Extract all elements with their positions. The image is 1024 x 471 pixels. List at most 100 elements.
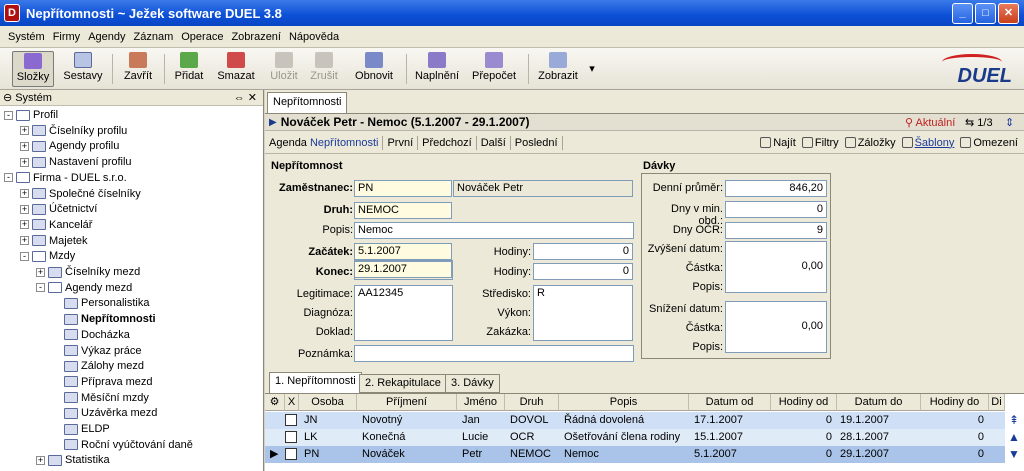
col-jmeno[interactable]: Jméno: [457, 394, 505, 411]
scroll-up-icon[interactable]: ▲: [1005, 429, 1023, 446]
expand-icon[interactable]: +: [20, 204, 29, 214]
maximize-button[interactable]: □: [975, 3, 996, 24]
previous-button[interactable]: Předchozí: [418, 135, 477, 150]
expand-icon[interactable]: +: [20, 220, 29, 230]
tree-item[interactable]: Zálohy mezd: [52, 358, 144, 374]
tree-item[interactable]: ELDP: [52, 421, 110, 437]
grid-header-icon[interactable]: ⚙: [265, 394, 285, 411]
find-button[interactable]: Najít: [760, 137, 796, 149]
zrusit-button[interactable]: Zrušit: [306, 51, 342, 87]
popis-field[interactable]: Nemoc: [354, 222, 634, 239]
tree-item[interactable]: Personalistika: [52, 295, 149, 311]
menu-operace[interactable]: Operace: [181, 31, 223, 43]
collapse-icon[interactable]: -: [4, 110, 13, 120]
dny-ocr-field[interactable]: 9: [725, 222, 827, 239]
hodiny2-field[interactable]: 0: [533, 263, 633, 280]
stredisko-field[interactable]: R: [533, 285, 633, 341]
next-button[interactable]: Další: [477, 135, 511, 150]
smazat-button[interactable]: Smazat: [214, 51, 258, 87]
tree-item[interactable]: - Profil: [4, 107, 58, 123]
zacatek-field[interactable]: 5.1.2007: [354, 243, 452, 260]
zobrazit-dropdown[interactable]: ▾: [585, 51, 599, 87]
expand-icon[interactable]: +: [20, 236, 29, 246]
scroll-top-icon[interactable]: ⇞: [1005, 412, 1023, 429]
collapse-icon[interactable]: -: [36, 283, 45, 293]
templates-button[interactable]: Šablony: [901, 137, 954, 149]
menu-firmy[interactable]: Firmy: [53, 31, 81, 43]
sestavy-button[interactable]: Sestavy: [60, 51, 106, 87]
tree-item[interactable]: + Číselníky profilu: [20, 123, 127, 139]
slozky-button[interactable]: Složky: [12, 51, 54, 87]
menu-zaznam[interactable]: Záznam: [134, 31, 174, 43]
expand-icon[interactable]: +: [36, 455, 45, 465]
snizeni-field[interactable]: 0,00: [725, 301, 827, 353]
tab-rekapitulace[interactable]: 2. Rekapitulace: [359, 374, 447, 393]
row-checkbox[interactable]: [285, 431, 297, 443]
tree-item[interactable]: Docházka: [52, 327, 130, 343]
poznamka-field[interactable]: [354, 345, 634, 362]
zobrazit-button[interactable]: Zobrazit: [534, 51, 582, 87]
tree-item[interactable]: + Statistika: [36, 452, 110, 468]
tab-davky[interactable]: 3. Dávky: [445, 374, 500, 393]
col-prijmeni[interactable]: Příjmení: [357, 394, 457, 411]
hodiny1-field[interactable]: 0: [533, 243, 633, 260]
first-button[interactable]: První: [383, 135, 419, 150]
restrictions-button[interactable]: Omezení: [960, 137, 1018, 149]
col-hodiny-do[interactable]: Hodiny do: [921, 394, 989, 411]
tree-item[interactable]: - Agendy mezd: [36, 280, 132, 296]
aktualni-filter[interactable]: ⚲ Aktuální: [905, 116, 955, 129]
last-button[interactable]: Poslední: [511, 135, 563, 150]
tree-item[interactable]: - Firma - DUEL s.r.o.: [4, 170, 127, 186]
dny-min-field[interactable]: 0: [725, 201, 827, 218]
agenda-link[interactable]: Agenda Nepřítomnosti: [265, 135, 384, 150]
tree-item[interactable]: Výkaz práce: [52, 343, 142, 359]
row-checkbox[interactable]: [285, 448, 297, 460]
collapse-icon[interactable]: -: [20, 251, 29, 261]
legitimace-field[interactable]: AA12345: [354, 285, 453, 341]
naplneni-button[interactable]: Naplnění: [412, 51, 462, 87]
expand-icon[interactable]: +: [20, 126, 29, 136]
col-popis[interactable]: Popis: [559, 394, 689, 411]
tree-item[interactable]: Příprava mezd: [52, 374, 153, 390]
menu-napoveda[interactable]: Nápověda: [289, 31, 339, 43]
col-x[interactable]: X: [285, 394, 299, 411]
tree-item[interactable]: Uzávěrka mezd: [52, 405, 157, 421]
tree-item[interactable]: + Číselníky mezd: [36, 264, 140, 280]
menu-agendy[interactable]: Agendy: [88, 31, 125, 43]
tree-item[interactable]: + Účetnictví: [20, 201, 97, 217]
tree-item[interactable]: - Mzdy: [20, 248, 75, 264]
col-di[interactable]: Di: [989, 394, 1005, 411]
obnovit-button[interactable]: Obnovit: [350, 51, 398, 87]
tree-item[interactable]: Roční vyúčtování daně: [52, 437, 193, 453]
tab-nepritomnosti[interactable]: Nepřítomnosti: [267, 92, 348, 113]
expand-icon[interactable]: +: [20, 141, 29, 151]
scroll-down-icon[interactable]: ▼: [1005, 446, 1023, 463]
ulozit-button[interactable]: Uložit: [266, 51, 302, 87]
expand-icon[interactable]: +: [20, 189, 29, 198]
tab-nepritomnosti-list[interactable]: 1. Nepřítomnosti: [269, 372, 362, 393]
tree-header-buttons[interactable]: ⇔ ✕: [234, 91, 257, 104]
menu-system[interactable]: Systém: [8, 31, 45, 43]
row-checkbox[interactable]: [285, 414, 297, 426]
pager-arrows-icon[interactable]: ⇕: [1005, 116, 1014, 129]
minimize-button[interactable]: _: [952, 3, 973, 24]
tree-item[interactable]: + Agendy profilu: [20, 138, 119, 154]
expand-icon[interactable]: +: [20, 157, 29, 167]
denni-prumer-field[interactable]: 846,20: [725, 180, 827, 197]
collapse-icon[interactable]: -: [4, 173, 13, 183]
tree-item[interactable]: + Kancelář: [20, 217, 92, 233]
tree-item[interactable]: + Majetek: [20, 233, 88, 249]
table-row[interactable]: JN Novotný Jan DOVOL Řádná dovolená 17.1.2007…: [265, 412, 1005, 429]
col-hodiny-od[interactable]: Hodiny od: [771, 394, 837, 411]
bookmarks-button[interactable]: Záložky: [844, 137, 896, 149]
col-datum-od[interactable]: Datum od: [689, 394, 771, 411]
druh-field[interactable]: NEMOC: [354, 202, 452, 219]
table-row[interactable]: ▶ PN Nováček Petr NEMOC Nemoc 5.1.2007 0 29.1.20…: [265, 446, 1005, 463]
menu-zobrazeni[interactable]: Zobrazení: [231, 31, 281, 43]
prepocet-button[interactable]: Přepočet: [468, 51, 520, 87]
employee-code-field[interactable]: PN: [354, 180, 452, 197]
zavrit-button[interactable]: Zavřít: [118, 51, 158, 87]
filters-button[interactable]: Filtry: [801, 137, 839, 149]
col-osoba[interactable]: Osoba: [299, 394, 357, 411]
expand-icon[interactable]: +: [36, 267, 45, 277]
